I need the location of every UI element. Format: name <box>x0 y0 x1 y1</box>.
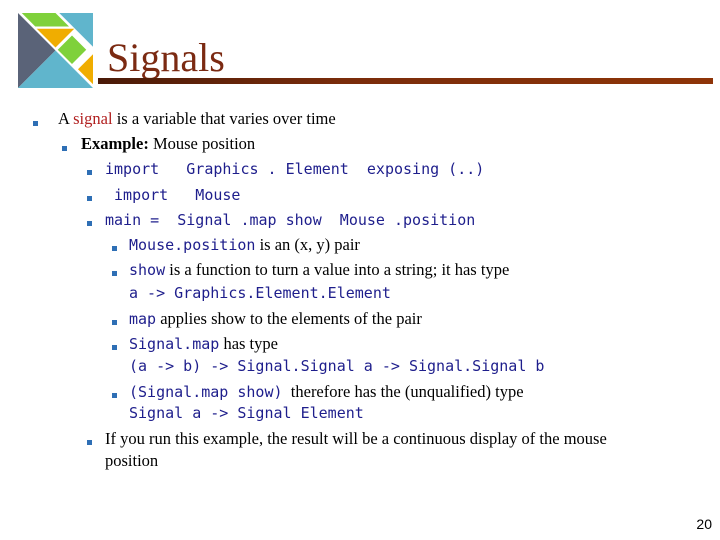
bullet-icon <box>112 345 117 350</box>
bullet-map: map applies show to the elements of the … <box>129 309 422 328</box>
code-line-main: main = Signal .map show Mouse .position <box>105 211 476 229</box>
bullet-icon <box>87 221 92 226</box>
bullet-signal-map: Signal.map has type <box>129 334 278 353</box>
bullet-mouse-position: Mouse.position is an (x, y) pair <box>129 235 360 254</box>
show-type: a -> Graphics.Element.Element <box>129 284 391 302</box>
slide-title: Signals <box>107 35 225 80</box>
elm-logo-icon <box>18 13 93 88</box>
bullet-icon <box>112 393 117 398</box>
bullet-icon <box>62 146 67 151</box>
signal-keyword: signal <box>73 109 113 128</box>
title-underline <box>98 78 713 84</box>
bullet-icon <box>87 440 92 445</box>
bullet-signal-map-show: (Signal.map show) therefore has the (unq… <box>129 382 524 401</box>
bullet-icon <box>112 271 117 276</box>
code-line-import-mouse: import Mouse <box>105 186 241 204</box>
bullet-icon <box>112 246 117 251</box>
bullet-signal-definition: A signal is a variable that varies over … <box>58 109 336 128</box>
bullet-show: show is a function to turn a value into … <box>129 260 510 279</box>
bullet-run-result: If you run this example, the result will… <box>105 429 607 448</box>
bullet-icon <box>87 170 92 175</box>
signal-map-show-type: Signal a -> Signal Element <box>129 404 364 422</box>
bullet-run-result-cont: position <box>105 451 159 470</box>
bullet-icon <box>33 121 38 126</box>
bullet-icon <box>87 196 92 201</box>
code-line-import-graphics: import Graphics . Element exposing (..) <box>105 160 485 178</box>
signal-map-type: (a -> b) -> Signal.Signal a -> Signal.Si… <box>129 357 545 375</box>
bullet-icon <box>112 320 117 325</box>
bullet-example: Example: Mouse position <box>81 134 256 153</box>
page-number: 20 <box>696 516 712 532</box>
